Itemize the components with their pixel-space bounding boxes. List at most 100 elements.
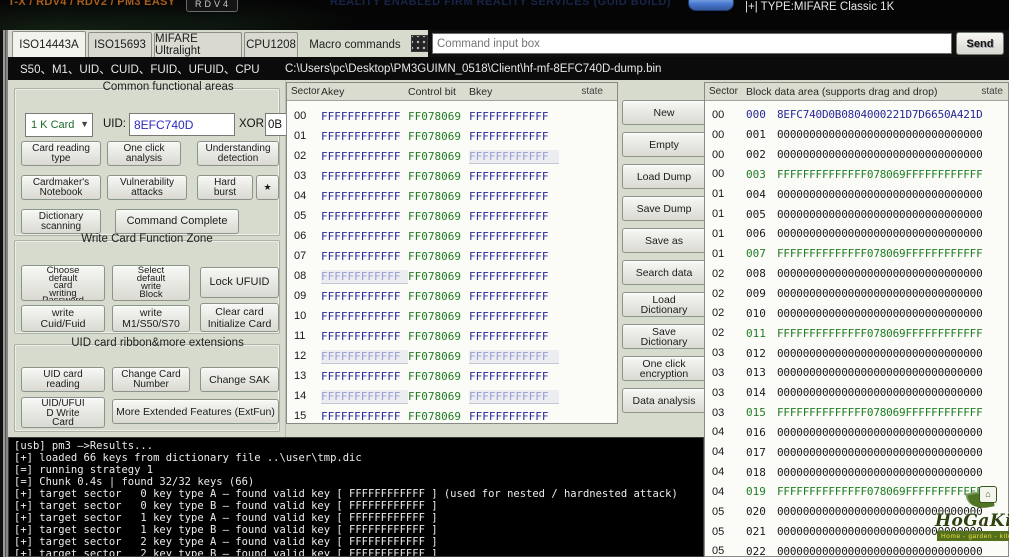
uid-card-reading-button[interactable]: UID card reading bbox=[21, 367, 105, 392]
key-table-row[interactable]: 09FFFFFFFFFFFFFF078069FFFFFFFFFFFF bbox=[287, 286, 617, 306]
tab-macro-commands[interactable]: Macro commands bbox=[302, 32, 408, 57]
sector-cell: 03 bbox=[705, 407, 746, 419]
group-title: Write Card Function Zone bbox=[81, 233, 212, 245]
control-bit-cell: FF078069 bbox=[408, 210, 469, 223]
key-table-row[interactable]: 15FFFFFFFFFFFFFF078069FFFFFFFFFFFF bbox=[287, 406, 617, 424]
block-number-cell: 021 bbox=[746, 525, 777, 538]
console-output[interactable]: [usb] pm3 —>Results...[+] loaded 66 keys… bbox=[8, 437, 704, 557]
akey-cell: FFFFFFFFFFFF bbox=[321, 210, 408, 223]
load-dump-button[interactable]: Load Dump bbox=[622, 164, 706, 189]
search-data-button[interactable]: Search data bbox=[622, 260, 706, 285]
load-dictionary-button[interactable]: Load Dictionary bbox=[622, 292, 706, 317]
block-data-table[interactable]: Sector Block data area (supports drag an… bbox=[704, 82, 1009, 557]
block-table-row[interactable]: 0100500000000000000000000000000000000 bbox=[705, 204, 1008, 224]
save-dictionary-button[interactable]: Save Dictionary bbox=[622, 324, 706, 349]
key-table-row[interactable]: 01FFFFFFFFFFFFFF078069FFFFFFFFFFFF bbox=[287, 126, 617, 146]
block-table-row[interactable]: 0401800000000000000000000000000000000 bbox=[705, 462, 1008, 482]
block-data-cell: 00000000000000000000000000000000 bbox=[777, 446, 983, 459]
tab-mifare-ultralight[interactable]: MIFARE Ultralight bbox=[154, 32, 242, 57]
block-table-row[interactable]: 0201000000000000000000000000000000000 bbox=[705, 303, 1008, 323]
command-input[interactable] bbox=[432, 33, 952, 54]
key-table-row[interactable]: 03FFFFFFFFFFFFFF078069FFFFFFFFFFFF bbox=[287, 166, 617, 186]
block-table-row[interactable]: 0200900000000000000000000000000000000 bbox=[705, 284, 1008, 304]
card-type-status: |+| TYPE:MIFARE Classic 1K bbox=[745, 1, 894, 13]
bkey-cell: FFFFFFFFFFFF bbox=[469, 130, 559, 143]
more-extended-features-button[interactable]: More Extended Features (ExtFun) bbox=[112, 399, 279, 424]
empty-button[interactable]: Empty bbox=[622, 132, 706, 157]
key-table-row[interactable]: 12FFFFFFFFFFFFFF078069FFFFFFFFFFFF bbox=[287, 346, 617, 366]
key-table-row[interactable]: 00FFFFFFFFFFFFFF078069FFFFFFFFFFFF bbox=[287, 106, 617, 126]
change-card-number-button[interactable]: Change Card Number bbox=[112, 367, 190, 392]
tab-iso14443a[interactable]: ISO14443A bbox=[12, 31, 86, 57]
block-table-row[interactable]: 0401700000000000000000000000000000000 bbox=[705, 442, 1008, 462]
block-table-row[interactable]: 0000200000000000000000000000000000000 bbox=[705, 145, 1008, 165]
select-default-write-block-button[interactable]: Select default write Block bbox=[112, 265, 190, 301]
drag-handle-icon[interactable] bbox=[411, 35, 428, 52]
block-table-row[interactable]: 02011FFFFFFFFFFFFFF078069FFFFFFFFFFFF bbox=[705, 323, 1008, 343]
key-table-row[interactable]: 06FFFFFFFFFFFFFF078069FFFFFFFFFFFF bbox=[287, 226, 617, 246]
clear-card-initialize-button[interactable]: Clear card Initialize Card bbox=[200, 303, 279, 332]
new-button[interactable]: New bbox=[622, 100, 706, 125]
dictionary-scanning-button[interactable]: Dictionary scanning bbox=[21, 209, 101, 234]
change-sak-button[interactable]: Change SAK bbox=[200, 367, 279, 392]
uid-ufuid-write-card-button[interactable]: UID/UFUI D Write Card bbox=[21, 397, 105, 428]
understanding-detection-button[interactable]: Understanding detection bbox=[197, 141, 279, 166]
one-click-analysis-button[interactable]: One click analysis bbox=[107, 141, 181, 166]
hard-burst-star-button[interactable]: ★ bbox=[256, 175, 279, 200]
block-table-row[interactable]: 0301300000000000000000000000000000000 bbox=[705, 363, 1008, 383]
block-data-cell: 00000000000000000000000000000000 bbox=[777, 128, 983, 141]
block-table-row[interactable]: 0200800000000000000000000000000000000 bbox=[705, 264, 1008, 284]
uid-field[interactable] bbox=[129, 113, 235, 136]
write-m1-s50-s70-button[interactable]: write M1/S50/S70 bbox=[112, 305, 190, 332]
hard-burst-button[interactable]: Hard burst bbox=[197, 175, 253, 200]
key-table-row[interactable]: 02FFFFFFFFFFFFFF078069FFFFFFFFFFFF bbox=[287, 146, 617, 166]
block-number-cell: 019 bbox=[746, 485, 777, 498]
sector-cell: 04 bbox=[705, 466, 746, 478]
card-reading-type-button[interactable]: Card reading type bbox=[21, 141, 101, 166]
key-table-row[interactable]: 05FFFFFFFFFFFFFF078069FFFFFFFFFFFF bbox=[287, 206, 617, 226]
connect-button[interactable] bbox=[688, 0, 734, 11]
tab-iso15693[interactable]: ISO15693 bbox=[88, 32, 152, 57]
key-table-row[interactable]: 14FFFFFFFFFFFFFF078069FFFFFFFFFFFF bbox=[287, 386, 617, 406]
console-line: [+] target sector 1 key type B — found v… bbox=[14, 524, 703, 536]
sector-cell: 06 bbox=[287, 230, 321, 242]
tab-cpu1208[interactable]: CPU1208 bbox=[244, 32, 298, 57]
key-table-row[interactable]: 08FFFFFFFFFFFFFF078069FFFFFFFFFFFF bbox=[287, 266, 617, 286]
block-table-row[interactable]: 0000100000000000000000000000000000000 bbox=[705, 125, 1008, 145]
console-line: [+] loaded 66 keys from dictionary file … bbox=[14, 452, 703, 464]
key-table-row[interactable]: 11FFFFFFFFFFFFFF078069FFFFFFFFFFFF bbox=[287, 326, 617, 346]
block-table-row[interactable]: 0100400000000000000000000000000000000 bbox=[705, 184, 1008, 204]
block-table-row[interactable]: 00003FFFFFFFFFFFFFF078069FFFFFFFFFFFF bbox=[705, 165, 1008, 185]
key-table-row[interactable]: 13FFFFFFFFFFFFFF078069FFFFFFFFFFFF bbox=[287, 366, 617, 386]
key-table-row[interactable]: 07FFFFFFFFFFFFFF078069FFFFFFFFFFFF bbox=[287, 246, 617, 266]
block-table-row[interactable]: 0401600000000000000000000000000000000 bbox=[705, 423, 1008, 443]
block-number-cell: 012 bbox=[746, 347, 777, 360]
block-data-cell: 00000000000000000000000000000000 bbox=[777, 208, 983, 221]
card-type-select[interactable]: 1 K Card ▼ bbox=[25, 113, 93, 137]
sector-key-table[interactable]: Sector Akey Control bit Bkey state 00FFF… bbox=[286, 82, 618, 424]
cardmakers-notebook-button[interactable]: Cardmaker's Notebook bbox=[21, 175, 101, 200]
block-number-cell: 013 bbox=[746, 366, 777, 379]
block-table-row[interactable]: 01007FFFFFFFFFFFFFF078069FFFFFFFFFFFF bbox=[705, 244, 1008, 264]
xor-field[interactable] bbox=[265, 113, 288, 136]
vulnerability-attacks-button[interactable]: Vulnerability attacks bbox=[107, 175, 187, 200]
key-table-body: 00FFFFFFFFFFFFFF078069FFFFFFFFFFFF01FFFF… bbox=[287, 101, 617, 424]
one-click-encryption-button[interactable]: One click encryption bbox=[622, 356, 706, 381]
sector-cell: 03 bbox=[287, 170, 321, 182]
command-complete-button[interactable]: Command Complete bbox=[115, 209, 239, 234]
lock-ufuid-button[interactable]: Lock UFUID bbox=[200, 267, 279, 298]
block-table-row[interactable]: 0100600000000000000000000000000000000 bbox=[705, 224, 1008, 244]
choose-default-password-button[interactable]: Choose default card writing Password bbox=[21, 265, 105, 301]
save-dump-button[interactable]: Save Dump bbox=[622, 196, 706, 221]
data-analysis-button[interactable]: Data analysis bbox=[622, 388, 706, 413]
akey-cell: FFFFFFFFFFFF bbox=[321, 250, 408, 263]
block-table-row[interactable]: 0301200000000000000000000000000000000 bbox=[705, 343, 1008, 363]
send-button[interactable]: Send bbox=[956, 32, 1004, 55]
block-table-row[interactable]: 000008EFC740D0B0804000221D7D6650A421D bbox=[705, 105, 1008, 125]
save-as-button[interactable]: Save as bbox=[622, 228, 706, 253]
key-table-row[interactable]: 10FFFFFFFFFFFFFF078069FFFFFFFFFFFF bbox=[287, 306, 617, 326]
key-table-row[interactable]: 04FFFFFFFFFFFFFF078069FFFFFFFFFFFF bbox=[287, 186, 617, 206]
block-table-row[interactable]: 03015FFFFFFFFFFFFFF078069FFFFFFFFFFFF bbox=[705, 403, 1008, 423]
block-table-row[interactable]: 0301400000000000000000000000000000000 bbox=[705, 383, 1008, 403]
write-cuid-fuid-button[interactable]: write Cuid/Fuid bbox=[21, 305, 105, 332]
